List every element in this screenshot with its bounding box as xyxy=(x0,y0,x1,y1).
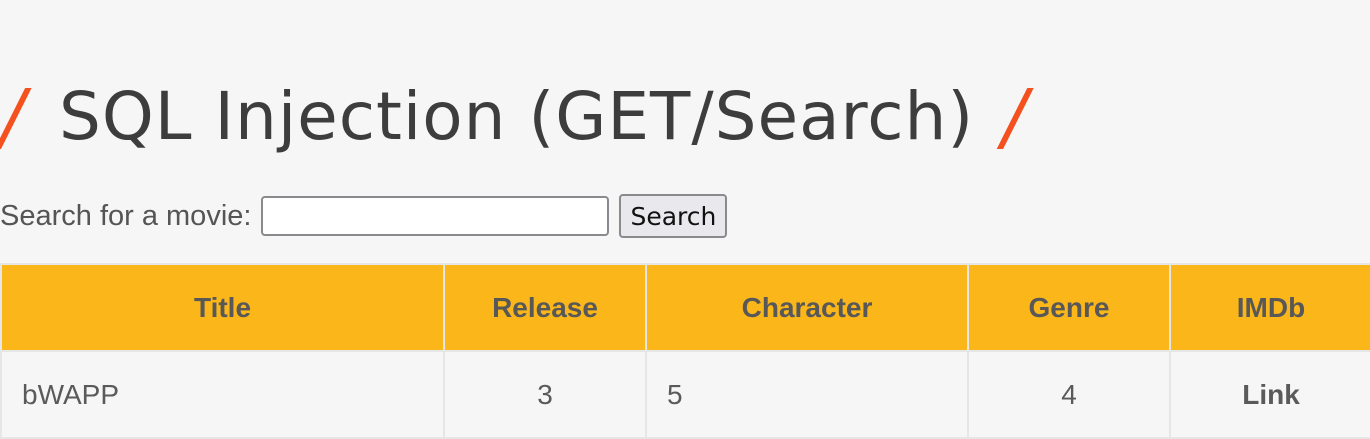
header-title: Title xyxy=(0,263,445,352)
cell-release: 3 xyxy=(443,350,647,439)
cell-character: 5 xyxy=(645,350,969,439)
movies-table: Title Release Character Genre IMDb bWAPP… xyxy=(0,263,1370,439)
table-row: bWAPP 3 5 4 Link xyxy=(0,350,1370,439)
page: / SQL Injection (GET/Search) / Search fo… xyxy=(0,0,1370,439)
header-release: Release xyxy=(443,263,647,352)
search-input[interactable] xyxy=(261,196,610,236)
cell-genre: 4 xyxy=(967,350,1171,439)
search-form: Search for a movie: Search xyxy=(0,193,728,239)
heading-slash-right: / xyxy=(1002,74,1028,160)
imdb-link[interactable]: Link xyxy=(1242,379,1300,410)
header-genre: Genre xyxy=(967,263,1171,352)
page-title: SQL Injection (GET/Search) xyxy=(58,78,975,155)
heading-slash-left: / xyxy=(0,74,25,160)
search-button[interactable]: Search xyxy=(619,194,728,238)
cell-imdb: Link xyxy=(1169,350,1370,439)
header-imdb: IMDb xyxy=(1169,263,1370,352)
header-character: Character xyxy=(645,263,969,352)
table-header-row: Title Release Character Genre IMDb xyxy=(0,263,1370,352)
page-heading: / SQL Injection (GET/Search) / xyxy=(0,62,1027,172)
cell-title: bWAPP xyxy=(0,350,445,439)
search-label: Search for a movie: xyxy=(0,199,252,232)
